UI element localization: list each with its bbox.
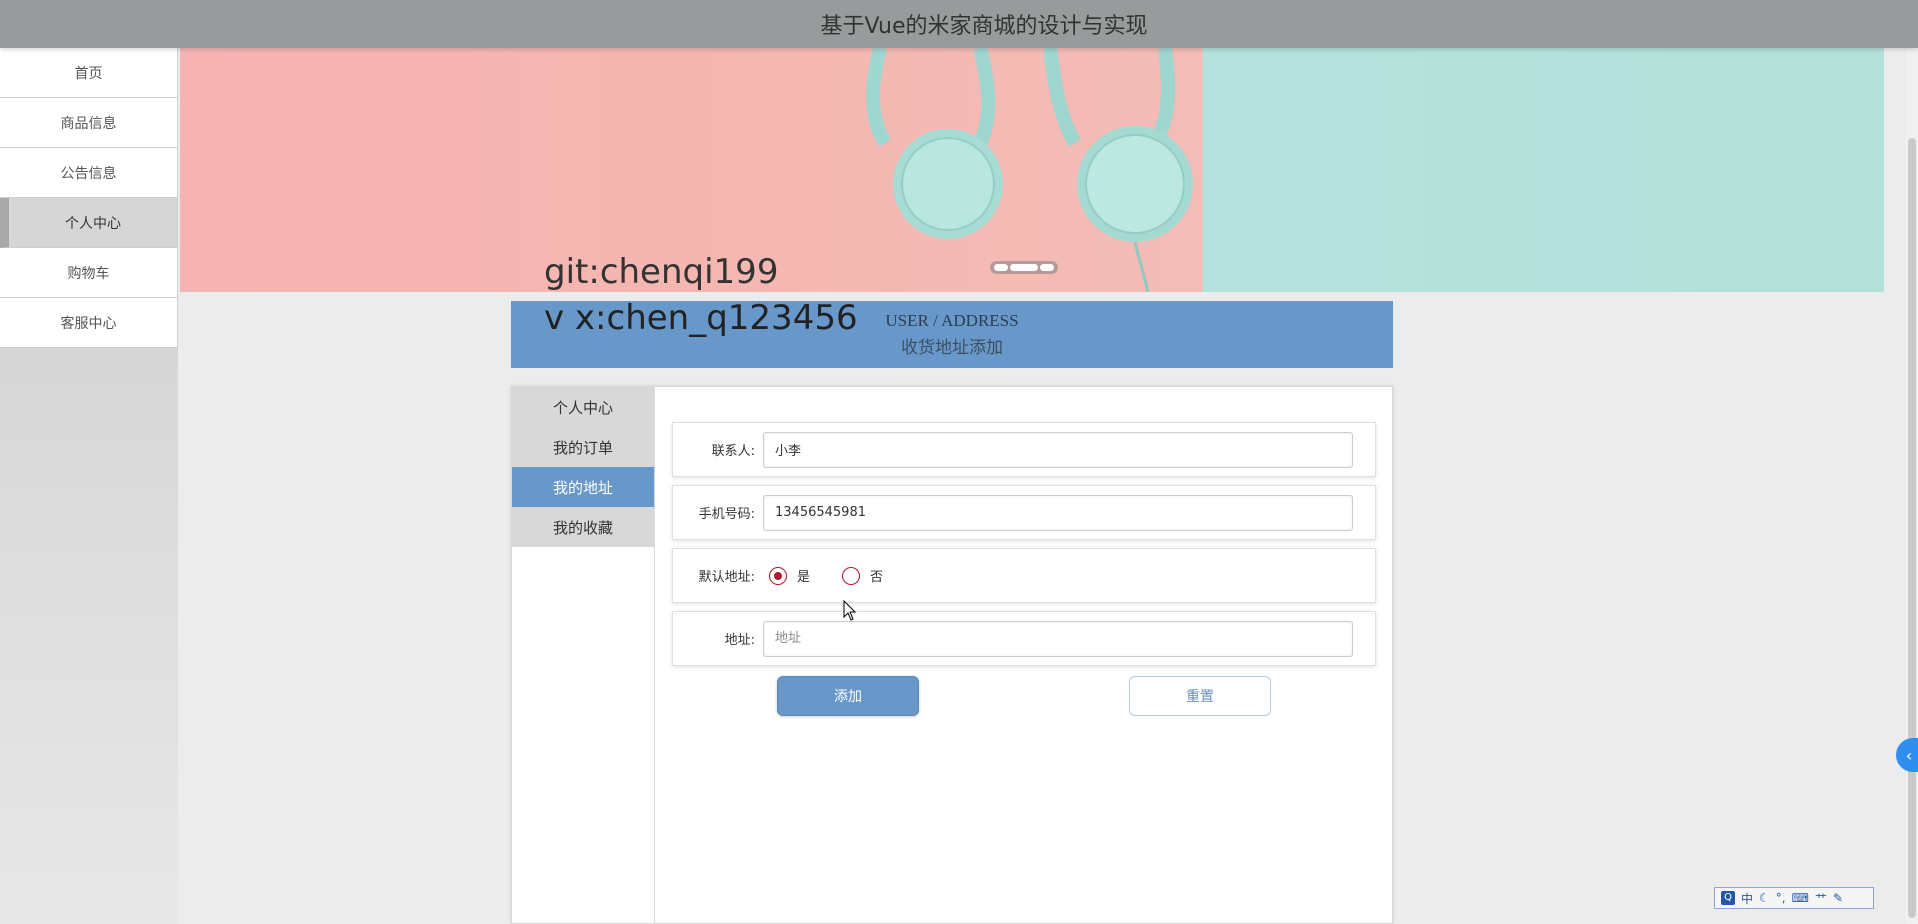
sidebar-item-announcements[interactable]: 公告信息 (0, 148, 178, 198)
sidebar-item-customer-service[interactable]: 客服中心 (0, 298, 178, 348)
radio-no-label: 否 (870, 570, 884, 585)
contact-label: 联系人: (711, 444, 755, 459)
watermark-git: git:chenqi199 (544, 252, 779, 292)
simplified-icon[interactable]: ⺾ (1815, 890, 1827, 907)
carousel-dot-active[interactable] (1010, 264, 1038, 271)
form-row-default-address: 默认地址: 是 否 (672, 548, 1376, 603)
address-form: 联系人: 手机号码: 默认地址: 是 否 地址: (672, 422, 1376, 716)
reset-button[interactable]: 重置 (1129, 676, 1271, 716)
form-buttons: 添加 重置 (672, 676, 1376, 716)
form-row-address: 地址: (672, 611, 1376, 666)
sidebar-item-label: 个人中心 (65, 215, 121, 232)
punctuation-icon[interactable]: °, (1776, 891, 1786, 905)
default-address-label: 默认地址: (698, 570, 755, 585)
section-title-en: USER / ADDRESS (885, 311, 1019, 330)
sidebar-item-label: 首页 (74, 65, 103, 82)
keyboard-icon[interactable]: ⌨ (1792, 891, 1809, 905)
sidebar-item-label: 购物车 (67, 265, 110, 282)
ime-toolbar[interactable]: Q 中 ☾ °, ⌨ ⺾ ✎ (1714, 887, 1874, 909)
user-menu-personal-center[interactable]: 个人中心 (512, 387, 654, 427)
moon-icon[interactable]: ☾ (1759, 891, 1770, 905)
sidebar-item-cart[interactable]: 购物车 (0, 248, 178, 298)
sidebar-item-label: 公告信息 (60, 165, 117, 182)
watermark-vx: v x:chen_q123456 (544, 298, 858, 338)
banner-carousel[interactable] (180, 48, 1884, 292)
add-button[interactable]: 添加 (777, 676, 919, 716)
carousel-indicators[interactable] (990, 261, 1058, 274)
radio-yes-circle[interactable] (769, 566, 787, 585)
page-title: 基于Vue的米家商城的设计与实现 (820, 14, 1148, 39)
user-menu-orders[interactable]: 我的订单 (512, 427, 654, 467)
default-address-radio-group: 是 否 (769, 566, 907, 585)
radio-yes-label: 是 (797, 570, 811, 585)
user-menu-favorites[interactable]: 我的收藏 (512, 507, 654, 547)
form-row-contact: 联系人: (672, 422, 1376, 477)
sidebar-item-label: 商品信息 (60, 115, 117, 132)
sidebar-item-products[interactable]: 商品信息 (0, 98, 178, 148)
headphone-illustration (866, 48, 1193, 292)
address-card: 个人中心 我的订单 我的地址 我的收藏 联系人: 手机号码: 默认地址: 是 否 (511, 386, 1393, 924)
form-row-phone: 手机号码: (672, 485, 1376, 540)
top-header: 基于Vue的米家商城的设计与实现 (0, 0, 1918, 48)
phone-label: 手机号码: (698, 507, 755, 522)
section-title-cn: 收货地址添加 (901, 338, 1003, 357)
sidebar: 首页 商品信息 公告信息 个人中心 购物车 客服中心 (0, 48, 178, 924)
phone-input[interactable] (763, 494, 1353, 531)
carousel-dot[interactable] (1040, 264, 1054, 271)
ime-logo-icon[interactable]: Q (1721, 891, 1735, 905)
page-scrollbar[interactable] (1906, 48, 1918, 924)
mouse-cursor-icon (843, 600, 857, 621)
carousel-dot[interactable] (994, 264, 1008, 271)
ime-mode-toggle[interactable]: 中 (1741, 890, 1753, 907)
radio-yes[interactable]: 是 (769, 566, 810, 585)
sidebar-item-personal-center[interactable]: 个人中心 (0, 198, 178, 248)
sidebar-item-label: 客服中心 (60, 315, 117, 332)
scrollbar-thumb[interactable] (1908, 138, 1916, 918)
radio-no[interactable]: 否 (842, 566, 883, 585)
user-menu: 个人中心 我的订单 我的地址 我的收藏 (512, 387, 655, 923)
wrench-icon[interactable]: ✎ (1833, 891, 1843, 905)
address-label: 地址: (724, 633, 755, 648)
radio-no-circle[interactable] (842, 566, 861, 585)
contact-input[interactable] (763, 431, 1353, 468)
user-menu-address[interactable]: 我的地址 (512, 467, 654, 507)
sidebar-item-home[interactable]: 首页 (0, 48, 178, 98)
address-input[interactable] (763, 620, 1353, 657)
chevron-left-icon[interactable]: ‹ (1896, 738, 1918, 772)
